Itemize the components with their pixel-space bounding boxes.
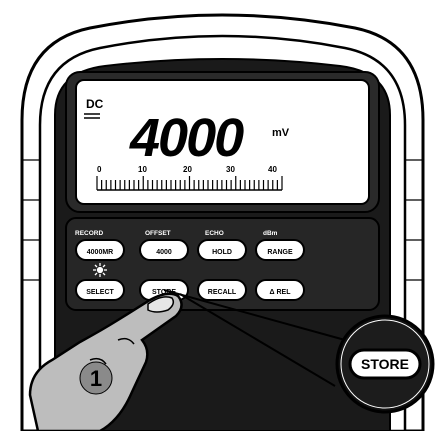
- key-label-offset: OFFSET: [145, 230, 171, 237]
- main-reading: 4000: [129, 108, 244, 168]
- key-range[interactable]: RANGE: [255, 239, 305, 261]
- key-label-echo: ECHO: [205, 230, 224, 237]
- scale-label-0: 0: [97, 165, 102, 174]
- key-range-label: RANGE: [267, 249, 293, 256]
- unit-label: mV: [272, 127, 290, 139]
- key-hold-label: HOLD: [212, 249, 232, 256]
- key-recall-label: RECALL: [208, 289, 237, 296]
- backlight-icon: [93, 263, 107, 277]
- key-4000-label: 4000: [156, 249, 172, 256]
- store-callout: STORE: [335, 314, 435, 414]
- callout-store-label: STORE: [361, 356, 409, 372]
- key-label-record: RECORD: [75, 230, 103, 237]
- key-rel[interactable]: Δ REL: [255, 279, 305, 301]
- meter-diagram: DC 4000 mV 0 10 20 30 40 RECORD OFFSET E…: [0, 0, 445, 431]
- key-4000mr[interactable]: 4000MR: [75, 239, 125, 261]
- scale-label-20: 20: [183, 165, 192, 174]
- key-hold[interactable]: HOLD: [197, 239, 247, 261]
- key-4000[interactable]: 4000: [139, 239, 189, 261]
- meter-illustration: DC 4000 mV 0 10 20 30 40 RECORD OFFSET E…: [20, 13, 435, 431]
- key-rel-label: Δ REL: [270, 289, 292, 296]
- key-recall[interactable]: RECALL: [197, 279, 247, 301]
- step-number: 1: [90, 366, 102, 391]
- key-select[interactable]: SELECT: [75, 279, 125, 301]
- key-select-label: SELECT: [86, 289, 114, 296]
- scale-label-10: 10: [138, 165, 147, 174]
- key-label-dbm: dBm: [263, 230, 278, 237]
- mode-indicator: DC: [86, 97, 104, 111]
- scale-label-40: 40: [268, 165, 277, 174]
- key-4000mr-label: 4000MR: [87, 249, 113, 256]
- scale-label-30: 30: [226, 165, 235, 174]
